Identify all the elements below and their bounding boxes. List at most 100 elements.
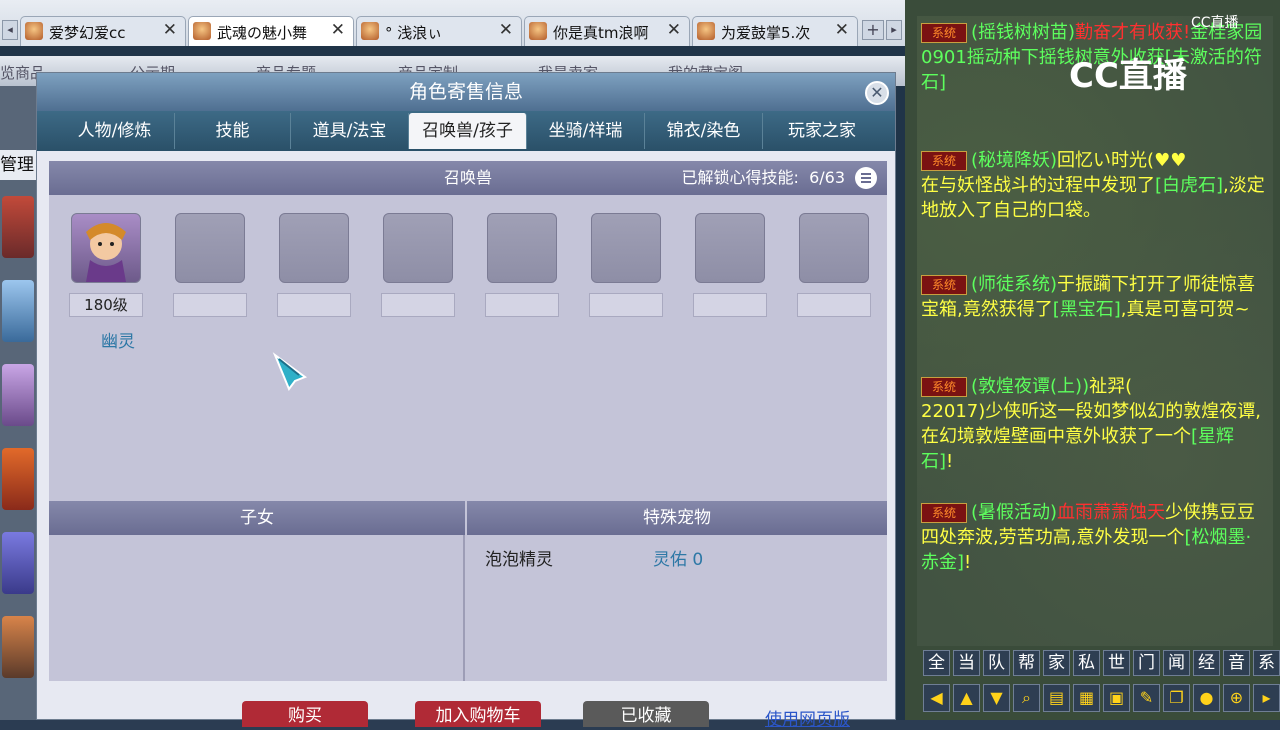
chat-panel: 系统 (摇钱树树苗)勤奋才有收获!金桂家园0901摇动种下摇钱树意外收获[未激活的… <box>905 0 1280 720</box>
chat-segment: 血雨萧萧蚀天 <box>1057 502 1166 523</box>
pet-level-empty <box>693 293 767 317</box>
favorited-button[interactable]: 已收藏 <box>583 701 709 727</box>
browser-tab-title: 你是真tm浪啊 <box>553 24 649 42</box>
channel-button[interactable]: 音 <box>1223 650 1250 676</box>
down-arrow-icon[interactable]: ▼ <box>983 684 1010 712</box>
chat-segment: [白虎石] <box>1155 175 1224 196</box>
search-icon[interactable]: ⌕ <box>1013 684 1040 712</box>
pet-slot[interactable] <box>591 213 661 283</box>
buy-button[interactable]: 购买 <box>242 701 368 727</box>
cc-live-logo: CC直播 <box>1069 56 1187 96</box>
manage-label[interactable]: 管理 <box>0 150 36 180</box>
left-arrow-icon[interactable]: ◀ <box>923 684 950 712</box>
pet-level-empty <box>797 293 871 317</box>
pet-slot[interactable] <box>175 213 245 283</box>
character-portrait[interactable] <box>2 364 34 426</box>
browser-tab-title: 为爱鼓掌5.次 <box>721 24 811 42</box>
character-portrait[interactable] <box>2 280 34 342</box>
pet-slot[interactable] <box>383 213 453 283</box>
browser-tab[interactable]: 爱梦幻爱cc ✕ <box>20 16 186 46</box>
chat-segment: (暑假活动) <box>971 502 1058 523</box>
close-icon[interactable]: ✕ <box>499 20 513 40</box>
pet-level-empty <box>277 293 351 317</box>
chat-segment: ,真是可喜可贺~ <box>1120 299 1250 320</box>
more-icon[interactable]: ▸ <box>1253 684 1280 712</box>
channel-button[interactable]: 队 <box>983 650 1010 676</box>
close-icon[interactable]: ✕ <box>667 20 681 40</box>
channel-button[interactable]: 经 <box>1193 650 1220 676</box>
browser-tab[interactable]: 你是真tm浪啊 ✕ <box>524 16 690 46</box>
browser-tab-title: 武魂の魅小舞 <box>217 24 308 42</box>
channel-button[interactable]: 帮 <box>1013 650 1040 676</box>
channel-button[interactable]: 系 <box>1253 650 1280 676</box>
chat-segment: ! <box>964 552 972 573</box>
children-section-header: 子女 <box>49 501 465 535</box>
chat-message: 系统 (秘境降妖)回忆い时光(♥♥ 在与妖怪战斗的过程中发现了[白虎石],淡定地放入… <box>921 148 1265 223</box>
channel-button[interactable]: 当 <box>953 650 980 676</box>
channel-button[interactable]: 闻 <box>1163 650 1190 676</box>
pet-level: 180级 <box>69 293 143 317</box>
tab-home[interactable]: 玩家之家 <box>763 113 881 149</box>
new-tab-button[interactable]: + <box>862 20 884 40</box>
avatar-icon <box>25 22 43 40</box>
character-portrait[interactable] <box>2 532 34 594</box>
tab-costume[interactable]: 锦衣/染色 <box>645 113 763 149</box>
document-icon[interactable]: ▤ <box>1043 684 1070 712</box>
up-arrow-icon[interactable]: ▲ <box>953 684 980 712</box>
tab-skills[interactable]: 技能 <box>175 113 291 149</box>
unlocked-skills: 已解锁心得技能: 6/63 <box>681 161 845 195</box>
chat-message: 系统 (暑假活动)血雨萧萧蚀天少侠携豆豆四处奔波,劳苦功高,意外发现一个[松烟墨·… <box>921 500 1265 575</box>
pet-name[interactable]: 幽灵 <box>101 327 135 352</box>
chat-segment: 在与妖怪战斗的过程中发现了 <box>921 175 1155 196</box>
character-portrait[interactable] <box>2 616 34 678</box>
pet-slot[interactable] <box>279 213 349 283</box>
dialog-nav-tabs: 人物/修炼 技能 道具/法宝 召唤兽/孩子 坐骑/祥瑞 锦衣/染色 玩家之家 <box>37 111 895 151</box>
character-portrait[interactable] <box>2 448 34 510</box>
channel-button[interactable]: 家 <box>1043 650 1070 676</box>
channel-button[interactable]: 私 <box>1073 650 1100 676</box>
copy-icon[interactable]: ❐ <box>1163 684 1190 712</box>
tab-mounts[interactable]: 坐骑/祥瑞 <box>527 113 645 149</box>
add-icon[interactable]: ⊕ <box>1223 684 1250 712</box>
cursor-icon <box>272 352 308 391</box>
tab-pets[interactable]: 召唤兽/孩子 <box>409 113 527 149</box>
close-icon[interactable]: ✕ <box>835 20 849 40</box>
list-icon[interactable] <box>855 167 877 189</box>
pet-level-empty <box>485 293 559 317</box>
chat-segment: ! <box>946 451 954 472</box>
browser-tab[interactable]: 为爱鼓掌5.次 ✕ <box>692 16 858 46</box>
chat-segment: (师徒系统) <box>971 274 1058 295</box>
chat-bubble-icon[interactable]: ● <box>1193 684 1220 712</box>
close-icon[interactable]: ✕ <box>163 20 177 40</box>
grid-icon[interactable]: ▦ <box>1073 684 1100 712</box>
browser-tab[interactable]: 武魂の魅小舞 ✕ <box>188 16 354 46</box>
browser-tab[interactable]: ° 浅浪ぃ ✕ <box>356 16 522 46</box>
tab-scroll-left-button[interactable]: ◂ <box>2 20 18 40</box>
channel-button[interactable]: 全 <box>923 650 950 676</box>
close-icon[interactable]: ✕ <box>331 20 345 40</box>
channel-button[interactable]: 世 <box>1103 650 1130 676</box>
system-badge: 系统 <box>921 23 967 43</box>
pet-slot[interactable] <box>695 213 765 283</box>
tab-scroll-right-button[interactable]: ▸ <box>886 20 902 40</box>
pet-level-empty <box>381 293 455 317</box>
brush-icon[interactable]: ✎ <box>1133 684 1160 712</box>
system-badge: 系统 <box>921 377 967 397</box>
special-pet-name: 泡泡精灵 <box>485 550 553 570</box>
chat-segment: (摇钱树树苗) <box>971 22 1076 43</box>
web-version-link[interactable]: 使用网页版 <box>765 705 850 730</box>
chat-segment: (秘境降妖) <box>971 150 1058 171</box>
channel-button[interactable]: 门 <box>1133 650 1160 676</box>
system-badge: 系统 <box>921 503 967 523</box>
lock-icon[interactable]: ▣ <box>1103 684 1130 712</box>
character-portrait[interactable] <box>2 196 34 258</box>
add-to-cart-button[interactable]: 加入购物车 <box>415 701 541 727</box>
tab-items[interactable]: 道具/法宝 <box>291 113 409 149</box>
browser-tab-title: ° 浅浪ぃ <box>385 24 443 42</box>
pet-slot[interactable] <box>799 213 869 283</box>
chat-message: 系统 (敦煌夜谭(上))祉羿(22017)少侠听这一段如梦似幻的敦煌夜谭,在幻境敦… <box>921 374 1265 474</box>
close-button[interactable]: ✕ <box>865 81 889 105</box>
pet-slot[interactable] <box>487 213 557 283</box>
tab-character[interactable]: 人物/修炼 <box>55 113 175 149</box>
pet-slot[interactable] <box>71 213 141 283</box>
